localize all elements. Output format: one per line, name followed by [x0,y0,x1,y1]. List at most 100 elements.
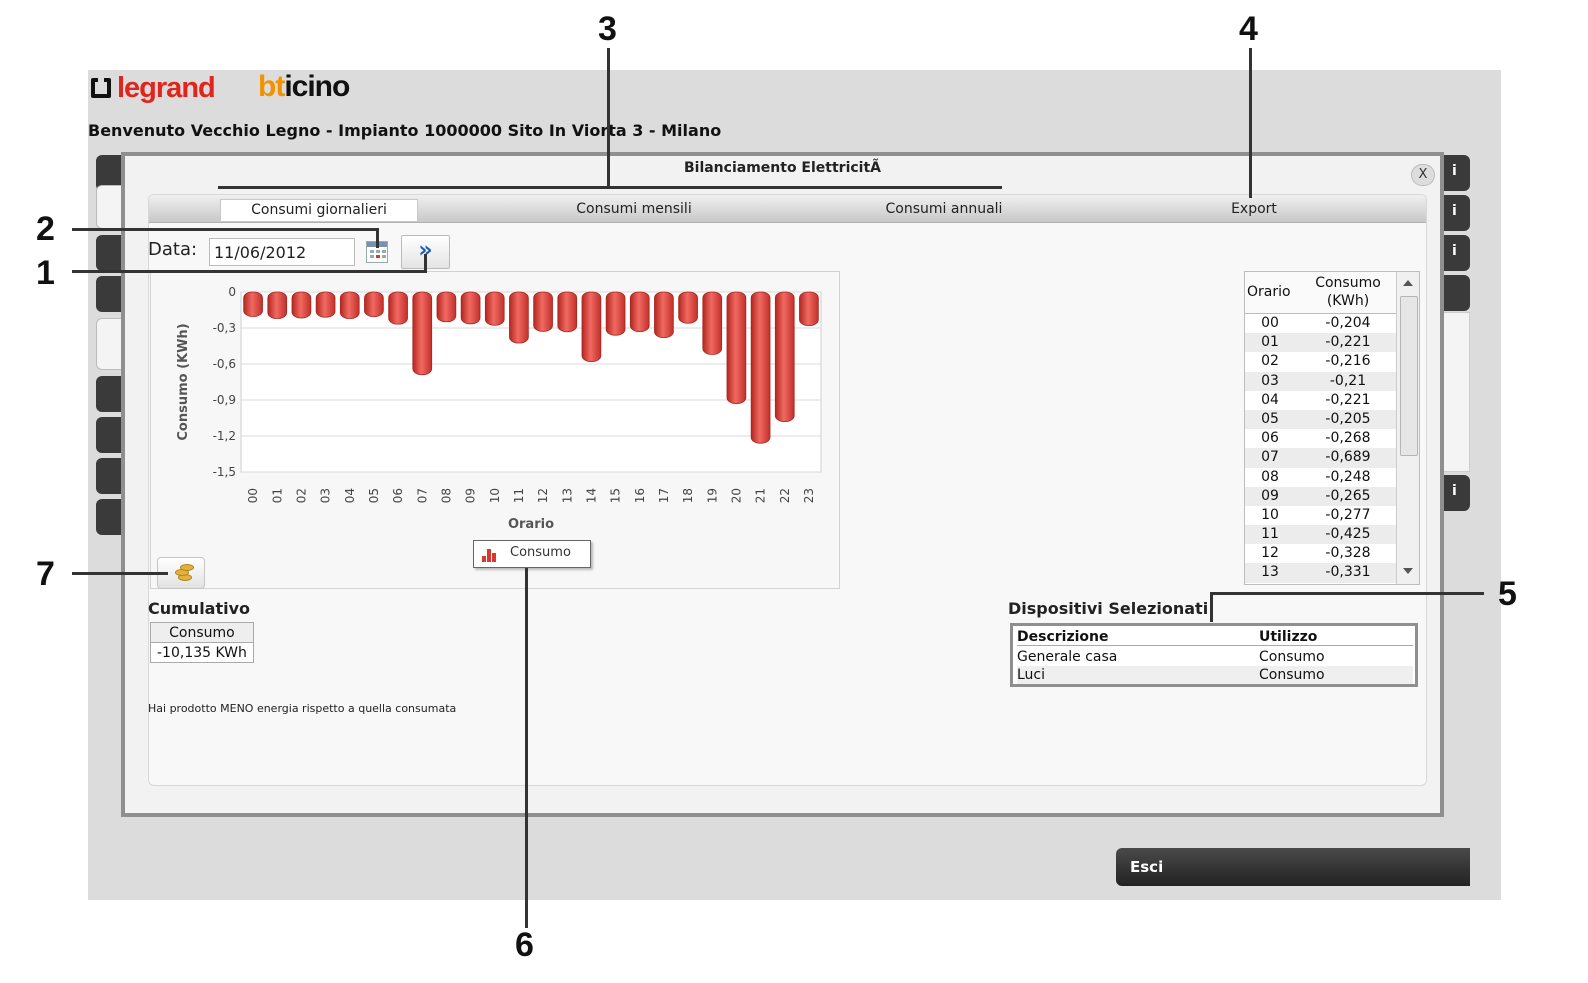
callout-line-2v [376,228,379,248]
consumption-cell: -0,265 [1325,487,1371,504]
x-tick-label: 18 [681,488,695,503]
bar-16 [629,291,650,332]
hour-cell: 12 [1261,545,1279,562]
consumption-cell: -0,221 [1325,391,1371,408]
hour-cell: 11 [1261,526,1279,543]
bar-01 [267,291,288,319]
bar-12 [533,291,553,332]
bticino-wordmark-a: bt [258,70,285,103]
bar-chart-icon [482,549,498,562]
device-desc: Generale casa [1017,649,1118,665]
right-tab-2[interactable]: i [1440,195,1470,231]
table-row: 10 -0,277 [1245,506,1396,525]
devices-table: Descrizione Utilizzo Generale casa Consu… [1010,623,1418,687]
x-tick-label: 08 [439,488,453,503]
hour-cell: 09 [1261,487,1279,504]
hour-cell: 10 [1261,506,1279,523]
hourly-table[interactable]: Orario Consumo (KWh) 00 -0,204 01 -0,221 02 -… [1244,271,1420,585]
hourly-rows: 00 -0,204 01 -0,221 02 -0,216 03 -0,21 04 -0,221 0… [1245,314,1396,583]
bar-09 [460,291,481,325]
table-row: 08 -0,248 [1245,468,1396,487]
right-tab-1[interactable]: i [1440,155,1470,191]
x-tick-label: 07 [415,488,429,503]
cumulative-value: -10,135 KWh [150,642,254,663]
right-tab-5[interactable]: i [1440,475,1470,511]
bar-15 [605,291,626,336]
callout-line-5h [1210,592,1484,595]
bar-18 [678,291,698,324]
hour-cell: 07 [1261,449,1279,466]
scroll-up-icon[interactable] [1403,280,1413,286]
consumption-cell: -0,277 [1325,506,1371,523]
hour-cell: 13 [1261,564,1279,581]
callout-line-3h [218,186,1002,189]
x-tick-label: 20 [729,488,743,503]
hour-cell: 05 [1261,410,1279,427]
table-row: 04 -0,221 [1245,391,1396,410]
table-row: 02 -0,216 [1245,352,1396,371]
hour-cell: 03 [1261,372,1279,389]
x-tick-label: 19 [705,488,719,503]
table-row: 07 -0,689 [1245,448,1396,468]
cumulative-title: Cumulativo [148,599,251,618]
bar-06 [388,291,408,325]
callout-3: 3 [598,10,617,48]
x-tick-label: 13 [560,488,574,503]
consumption-cell: -0,248 [1325,468,1371,485]
tab-export[interactable]: Export [1204,199,1304,221]
welcome-text: Benvenuto Vecchio Legno - Impianto 10000… [88,121,722,140]
y-axis-label: Consumo (KWh) [176,323,191,440]
callout-1: 1 [36,254,55,292]
col-description: Descrizione [1017,629,1109,645]
hourly-scrollbar[interactable] [1396,272,1419,584]
x-tick-label: 17 [657,488,671,503]
exit-button[interactable]: Esci [1116,848,1470,886]
bar-08 [436,291,457,323]
callout-4: 4 [1239,10,1258,48]
consumption-cell: -0,689 [1325,449,1371,466]
scroll-thumb[interactable] [1400,296,1418,456]
hour-cell: 01 [1261,334,1279,351]
legrand-wordmark: legrand [117,71,216,104]
consumption-cell: -0,328 [1325,545,1371,562]
callout-2: 2 [36,210,55,248]
table-row: 13 -0,331 [1245,563,1396,583]
modal-title: Bilanciamento ElettricitÃ [683,160,882,176]
y-tick-label: -0,3 [213,321,236,335]
consumption-cell: -0,216 [1325,353,1371,370]
right-tab-3[interactable]: i [1440,235,1470,271]
table-row: 05 -0,205 [1245,409,1396,430]
table-row: Generale casa Consumo [1017,648,1413,666]
x-tick-label: 04 [343,488,357,503]
hourly-table-header: Orario Consumo (KWh) [1245,272,1396,314]
coin-3 [180,564,194,571]
bar-00 [243,291,263,317]
tab-annual[interactable]: Consumi annuali [844,199,1044,221]
device-use: Consumo [1259,667,1325,683]
callout-line-2h [72,228,378,231]
x-tick-label: 06 [391,488,405,503]
cumulative-table: Consumo -10,135 KWh [150,622,254,663]
x-tick-label: 21 [754,488,768,503]
bar-04 [339,291,360,319]
y-tick-label: -1,2 [213,429,236,443]
x-tick-label: 03 [319,488,333,503]
scroll-down-icon[interactable] [1403,568,1413,574]
cumulative-header: Consumo [150,622,254,643]
right-tab-4[interactable] [1440,275,1470,311]
tab-daily[interactable]: Consumi giornalieri [220,199,418,221]
bar-21 [750,291,771,444]
tab-monthly[interactable]: Consumi mensili [534,199,734,221]
x-tick-label: 16 [633,488,647,503]
close-button[interactable]: X [1411,164,1435,186]
date-label: Data: [148,239,198,260]
consumption-cell: -0,21 [1329,372,1367,389]
hour-cell: 04 [1261,391,1279,408]
callout-6: 6 [515,926,534,964]
devices-title: Dispositivi Selezionati [1008,599,1209,618]
y-tick-label: -0,9 [213,393,236,407]
chart-legend[interactable]: Consumo [473,540,591,568]
date-input[interactable] [209,238,355,266]
right-scroll-panel[interactable] [1442,312,1470,472]
table-row: 03 -0,21 [1245,371,1396,391]
